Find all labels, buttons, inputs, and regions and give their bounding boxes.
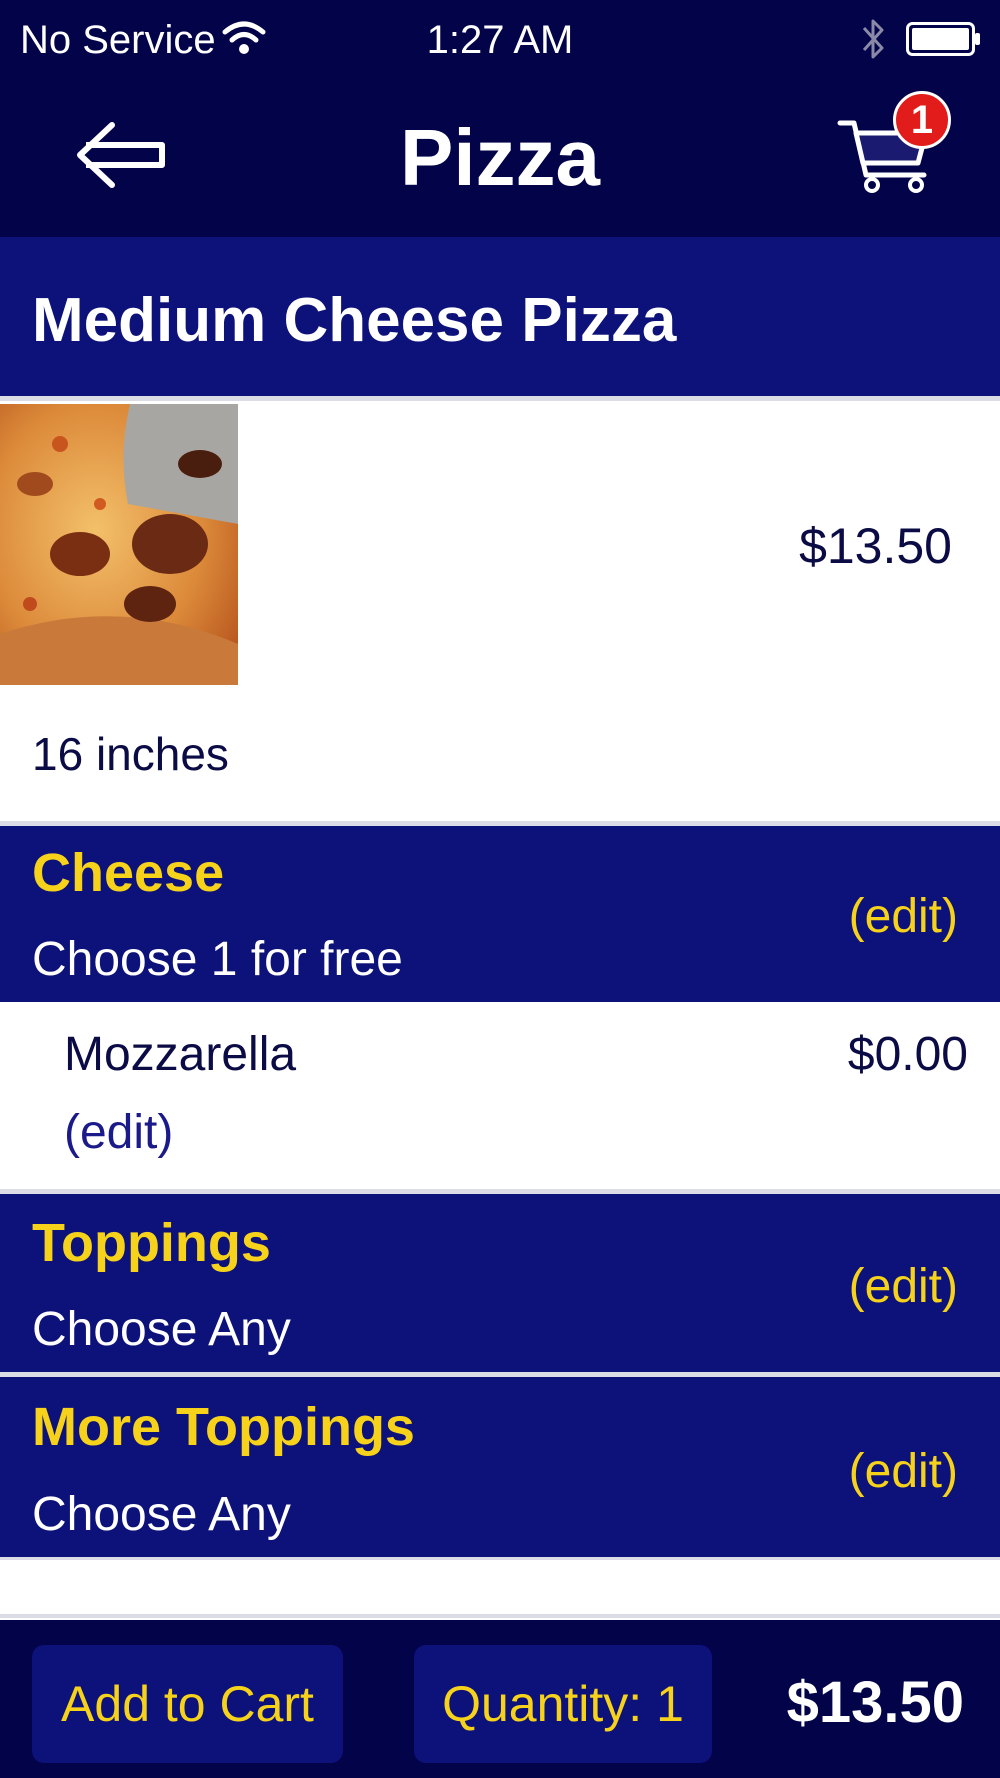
divider (0, 1614, 1000, 1618)
selection-price: $0.00 (847, 1028, 968, 1081)
order-total: $13.50 (786, 1670, 964, 1735)
edit-link[interactable]: (edit) (849, 888, 958, 946)
pizza-photo (0, 404, 238, 685)
group-subtitle: Choose Any (32, 1488, 291, 1541)
divider (0, 396, 1000, 401)
status-time: 1:27 AM (426, 18, 574, 62)
group-subtitle: Choose 1 for free (32, 933, 403, 986)
group-subtitle: Choose Any (32, 1303, 291, 1356)
edit-link[interactable]: (edit) (849, 1258, 958, 1316)
group-title: More Toppings (32, 1397, 415, 1457)
item-price: $13.50 (799, 518, 952, 574)
divider (0, 1557, 1000, 1560)
add-to-cart-button[interactable]: Add to Cart (32, 1645, 343, 1763)
edit-link[interactable]: (edit) (849, 1443, 958, 1501)
group-title: Toppings (32, 1213, 271, 1273)
group-title: Cheese (32, 843, 225, 903)
battery-icon (906, 22, 980, 56)
quantity-button[interactable]: Quantity: 1 (414, 1645, 712, 1763)
cart-count-badge: 1 (893, 91, 951, 149)
bluetooth-icon (862, 19, 884, 59)
selection-name: Mozzarella (64, 1028, 297, 1081)
selection-edit-link[interactable]: (edit) (64, 1104, 173, 1162)
item-description: 16 inches (32, 728, 229, 780)
item-name: Medium Cheese Pizza (32, 286, 677, 355)
